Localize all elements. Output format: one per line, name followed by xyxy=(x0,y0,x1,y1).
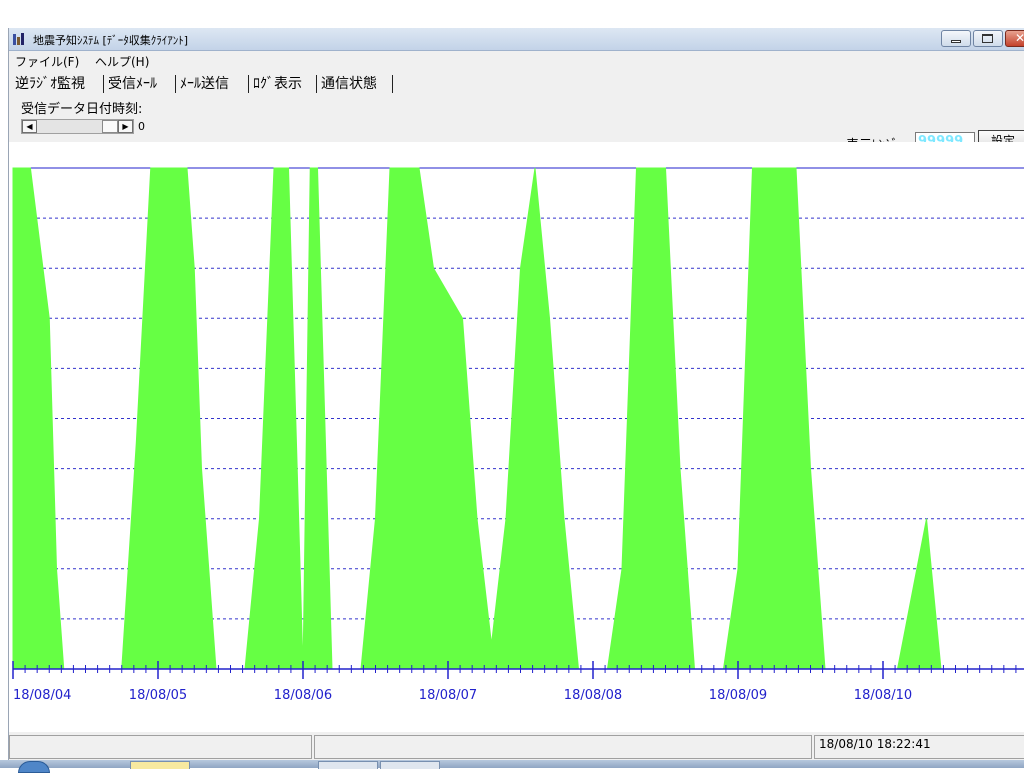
x-tick-label: 18/08/05 xyxy=(129,688,187,703)
tab-received-mail[interactable]: 受信ﾒｰﾙ xyxy=(108,73,157,93)
menu-bar: ファイル(F) ヘルプ(H) xyxy=(9,51,1024,69)
tab-comm-status[interactable]: 通信状態 xyxy=(321,73,377,93)
title-bar[interactable]: 地震予知ｼｽﾃﾑ [ﾃﾞｰﾀ収集ｸﾗｲｱﾝﾄ] ✕ xyxy=(9,28,1024,51)
tab-separator xyxy=(103,75,104,93)
tab-reverse-radio-monitor[interactable]: 逆ﾗｼﾞｵ監視 xyxy=(15,73,85,93)
minimize-icon xyxy=(951,40,961,43)
received-date-label: 受信データ日付時刻: xyxy=(21,102,143,117)
tab-bar: 逆ﾗｼﾞｵ監視 受信ﾒｰﾙ ﾒｰﾙ送信 ﾛｸﾞ表示 通信状態 xyxy=(9,71,1024,95)
tab-separator xyxy=(248,75,249,93)
close-button[interactable]: ✕ xyxy=(1005,30,1024,47)
minimize-button[interactable] xyxy=(941,30,971,47)
x-tick-label: 18/08/07 xyxy=(419,688,477,703)
menu-file[interactable]: ファイル(F) xyxy=(15,53,79,70)
x-tick-label: 18/08/08 xyxy=(564,688,622,703)
date-scrollbar[interactable]: ◀ ▶ xyxy=(21,119,134,134)
menu-help[interactable]: ヘルプ(H) xyxy=(95,53,149,70)
signal-chart-panel: 18/08/04 18/08/05 18/08/06 18/08/07 18/08/08… xyxy=(9,142,1024,746)
scroll-thumb[interactable] xyxy=(102,120,118,133)
signal-chart: 18/08/04 18/08/05 18/08/06 18/08/07 18/08/08… xyxy=(12,167,1024,703)
tab-send-mail[interactable]: ﾒｰﾙ送信 xyxy=(180,73,229,93)
close-icon: ✕ xyxy=(1015,31,1024,45)
tab-separator xyxy=(392,75,393,93)
status-cell-2 xyxy=(314,735,812,759)
x-tick-label: 18/08/09 xyxy=(709,688,767,703)
start-button[interactable] xyxy=(18,761,50,773)
maximize-button[interactable] xyxy=(973,30,1003,47)
window-title: 地震予知ｼｽﾃﾑ [ﾃﾞｰﾀ収集ｸﾗｲｱﾝﾄ] xyxy=(33,34,189,47)
scroll-left-button[interactable]: ◀ xyxy=(22,120,37,133)
scroll-value: 0 xyxy=(138,120,145,133)
tab-separator xyxy=(316,75,317,93)
tab-separator xyxy=(175,75,176,93)
app-window: 地震予知ｼｽﾃﾑ [ﾃﾞｰﾀ収集ｸﾗｲｱﾝﾄ] ✕ ファイル(F) ヘルプ(H)… xyxy=(8,28,1024,768)
maximize-icon xyxy=(982,34,993,43)
signal-area xyxy=(12,167,1007,670)
tab-log-display[interactable]: ﾛｸﾞ表示 xyxy=(253,73,302,93)
x-tick-label: 18/08/06 xyxy=(274,688,332,703)
x-tick-label: 18/08/04 xyxy=(13,688,71,703)
app-icon xyxy=(13,33,24,45)
scroll-right-button[interactable]: ▶ xyxy=(118,120,133,133)
status-cell-1 xyxy=(9,735,312,759)
x-tick-label: 18/08/10 xyxy=(854,688,912,703)
status-datetime: 18/08/10 18:22:41 xyxy=(819,737,931,751)
